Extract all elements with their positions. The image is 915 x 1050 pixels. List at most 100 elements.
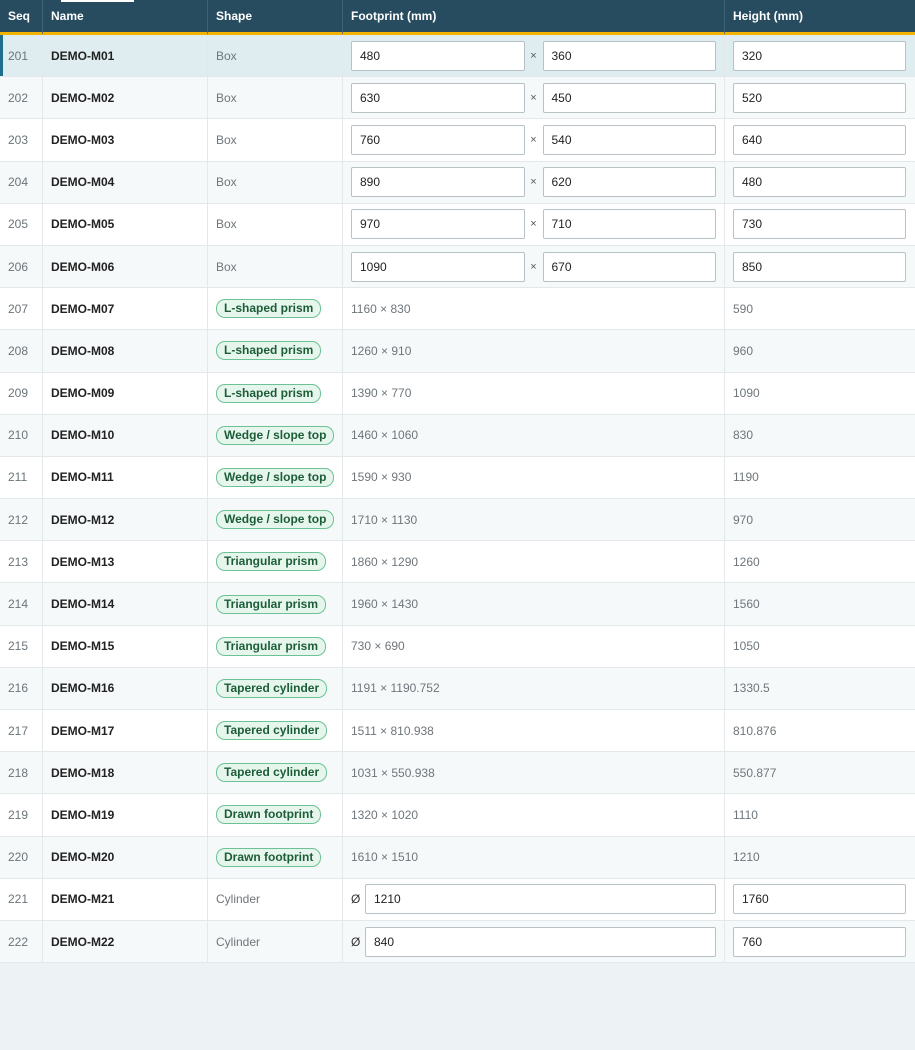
seq-cell: 213 (0, 541, 43, 584)
column-header-shape[interactable]: Shape (208, 0, 343, 35)
footprint-depth-input[interactable]: 620 (542, 167, 716, 198)
column-header-footprint[interactable]: Footprint (mm) (343, 0, 725, 35)
seq-cell: 204 (0, 161, 43, 204)
footprint-value: 1260 × 910 (351, 343, 412, 358)
column-header-seq[interactable]: Seq (0, 0, 43, 35)
seq-number: 205 (8, 217, 29, 232)
height-input[interactable]: 640 (733, 124, 906, 155)
seq-number: 213 (8, 554, 29, 569)
name-cell: DEMO-M11 (43, 456, 208, 500)
shape-cell: Drawn footprint (208, 794, 343, 837)
item-name: DEMO-M12 (51, 512, 115, 527)
item-name: DEMO-M09 (51, 386, 115, 401)
height-cell: 1190 (725, 456, 915, 500)
item-name: DEMO-M07 (51, 301, 115, 316)
footprint-cell: 480 × 360 (343, 35, 725, 78)
name-cell: DEMO-M03 (43, 119, 208, 162)
name-cell: DEMO-M17 (43, 710, 208, 753)
footprint-value: 1610 × 1510 (351, 850, 419, 865)
column-header-height[interactable]: Height (mm) (725, 0, 915, 35)
item-name: DEMO-M19 (51, 807, 115, 822)
footprint-value: 1460 × 1060 (351, 428, 419, 443)
shape-cell: Box (208, 161, 343, 204)
footprint-depth-input[interactable]: 670 (542, 251, 716, 282)
seq-cell: 209 (0, 372, 43, 415)
footprint-depth-input[interactable]: 540 (542, 124, 716, 155)
shape-cell: Box (208, 245, 343, 289)
item-name: DEMO-M17 (51, 723, 115, 738)
height-cell: 1260 (725, 541, 915, 584)
footprint-width-input[interactable]: 760 (351, 124, 525, 155)
name-cell: DEMO-M18 (43, 752, 208, 795)
seq-cell: 214 (0, 583, 43, 626)
seq-cell: 203 (0, 119, 43, 162)
footprint-cell: 1031 × 550.938 (343, 752, 725, 795)
item-name: DEMO-M04 (51, 175, 115, 190)
seq-cell: 202 (0, 77, 43, 120)
height-value: 1560 (733, 597, 760, 612)
shape-cell: L-shaped prism (208, 288, 343, 331)
height-value: 1330.5 (733, 681, 770, 696)
footprint-depth-input[interactable]: 450 (542, 82, 716, 113)
height-cell: 810.876 (725, 710, 915, 753)
seq-cell: 218 (0, 752, 43, 795)
diameter-inputs: Ø 840 (351, 926, 724, 957)
height-cell: 730 (725, 203, 915, 246)
column-header-name[interactable]: Name (43, 0, 208, 35)
height-input[interactable]: 850 (733, 251, 906, 282)
diameter-input[interactable]: 1210 (365, 884, 716, 915)
height-cell: 850 (725, 245, 915, 289)
footprint-value: 1320 × 1020 (351, 807, 419, 822)
name-cell: DEMO-M09 (43, 372, 208, 415)
seq-number: 222 (8, 934, 29, 949)
name-cell: DEMO-M12 (43, 499, 208, 542)
height-input[interactable]: 320 (733, 40, 906, 71)
seq-number: 217 (8, 723, 29, 738)
height-cell: 1210 (725, 836, 915, 879)
footprint-width-input[interactable]: 970 (351, 209, 525, 240)
footprint-depth-input[interactable]: 360 (542, 40, 716, 71)
seq-cell: 217 (0, 710, 43, 753)
item-name: DEMO-M16 (51, 681, 115, 696)
diameter-inputs: Ø 1210 (351, 884, 724, 915)
height-cell: 760 (725, 920, 915, 964)
seq-cell: 208 (0, 330, 43, 373)
height-cell: 970 (725, 499, 915, 542)
seq-number: 208 (8, 343, 29, 358)
shape-badge: Wedge / slope top (216, 510, 335, 530)
seq-number: 201 (8, 48, 29, 63)
height-cell: 550.877 (725, 752, 915, 795)
footprint-inputs: 890 × 620 (351, 167, 724, 198)
seq-number: 219 (8, 807, 29, 822)
height-input[interactable]: 520 (733, 82, 906, 113)
footprint-width-input[interactable]: 890 (351, 167, 525, 198)
seq-cell: 207 (0, 288, 43, 331)
height-input[interactable]: 480 (733, 167, 906, 198)
footprint-width-input[interactable]: 1090 (351, 251, 525, 282)
seq-number: 202 (8, 90, 29, 105)
seq-cell: 205 (0, 203, 43, 246)
footprint-depth-input[interactable]: 710 (542, 209, 716, 240)
height-input[interactable]: 730 (733, 209, 906, 240)
diameter-input[interactable]: 840 (365, 926, 716, 957)
item-name: DEMO-M05 (51, 217, 115, 232)
name-cell: DEMO-M16 (43, 667, 208, 710)
height-input[interactable]: 1760 (733, 884, 906, 915)
item-name: DEMO-M10 (51, 428, 115, 443)
height-input[interactable]: 760 (733, 926, 906, 957)
shape-badge: Tapered cylinder (216, 763, 328, 783)
shape-badge: Triangular prism (216, 636, 327, 656)
item-name: DEMO-M13 (51, 554, 115, 569)
seq-number: 221 (8, 892, 29, 907)
footprint-width-input[interactable]: 630 (351, 82, 525, 113)
footprint-width-input[interactable]: 480 (351, 40, 525, 71)
diameter-icon: Ø (351, 934, 361, 949)
height-value: 970 (733, 512, 754, 527)
height-cell: 1560 (725, 583, 915, 626)
dimensions-table: Seq Name Shape Footprint (mm) Height (mm… (0, 0, 915, 964)
item-name: DEMO-M01 (51, 48, 115, 63)
height-value: 590 (733, 301, 754, 316)
height-value: 1210 (733, 850, 760, 865)
height-value: 1110 (733, 807, 758, 822)
footprint-cell: Ø 1210 (343, 878, 725, 921)
